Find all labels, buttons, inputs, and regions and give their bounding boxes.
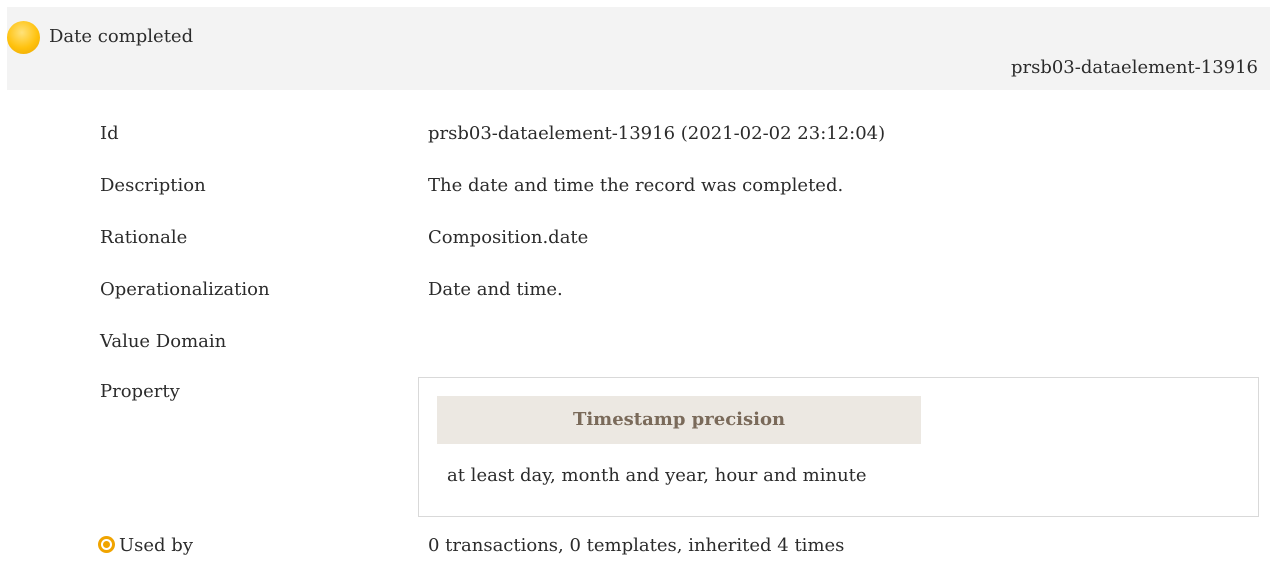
row-operationalization: Operationalization Date and time.: [0, 272, 1270, 308]
row-label: Rationale: [100, 227, 188, 248]
property-value: at least day, month and year, hour and m…: [447, 465, 867, 486]
concept-header: Date completed prsb03-dataelement-13916: [7, 7, 1270, 90]
row-label: Operationalization: [100, 279, 270, 300]
row-label: Description: [100, 175, 206, 196]
row-label: Used by: [119, 535, 193, 556]
property-heading: Timestamp precision: [437, 396, 921, 444]
status-dot-icon: [7, 21, 40, 54]
row-used-by: Used by 0 transactions, 0 templates, inh…: [0, 528, 1270, 564]
row-value: Date and time.: [428, 279, 563, 300]
row-value: Composition.date: [428, 227, 589, 248]
row-label: Value Domain: [100, 331, 227, 352]
target-icon: [98, 536, 115, 553]
row-description: Description The date and time the record…: [0, 168, 1270, 204]
concept-title: Date completed: [49, 26, 194, 47]
row-value: 0 transactions, 0 templates, inherited 4…: [428, 535, 845, 556]
row-rationale: Rationale Composition.date: [0, 220, 1270, 256]
used-by-label-wrap[interactable]: Used by: [98, 528, 193, 564]
row-value-domain: Value Domain: [0, 324, 1270, 360]
row-value: The date and time the record was complet…: [428, 175, 844, 196]
concept-id-label: prsb03-dataelement-13916: [1010, 57, 1258, 78]
row-label: Property: [100, 381, 180, 402]
row-value: prsb03-dataelement-13916 (2021-02-02 23:…: [428, 123, 886, 144]
row-id: Id prsb03-dataelement-13916 (2021-02-02 …: [0, 116, 1270, 152]
property-box: Timestamp precision at least day, month …: [418, 377, 1259, 517]
row-label: Id: [100, 123, 119, 144]
